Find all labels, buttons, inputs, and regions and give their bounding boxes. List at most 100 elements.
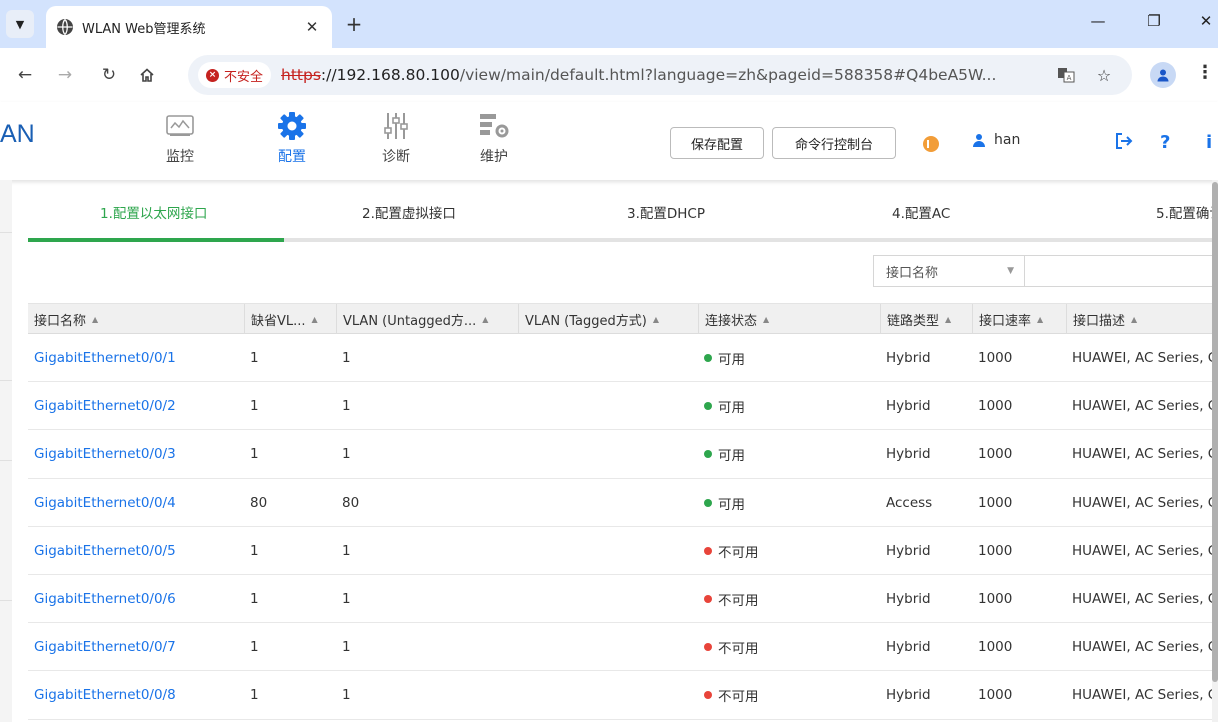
filter-input[interactable] <box>1025 256 1217 286</box>
help-icon[interactable]: ? <box>1160 132 1170 153</box>
col-vlan-tagged[interactable]: VLAN (Tagged方式) ▲ <box>518 304 698 334</box>
cell-default-vlan-text: 80 <box>250 494 268 511</box>
col-description[interactable]: 接口描述 ▲ <box>1066 304 1212 334</box>
cell-description: HUAWEI, AC Series, G <box>1066 623 1212 671</box>
cell-interface-name[interactable]: GigabitEthernet0/0/3 <box>28 430 242 478</box>
cell-interface-name[interactable]: GigabitEthernet0/0/2 <box>28 382 242 430</box>
cli-console-button[interactable]: 命令行控制台 <box>772 127 896 159</box>
restore-icon[interactable]: ❐ <box>1142 12 1166 30</box>
cell-interface-name-text: GigabitEthernet0/0/5 <box>34 542 176 559</box>
cell-link-type: Hybrid <box>880 623 972 671</box>
bookmark-star-icon[interactable]: ☆ <box>1092 63 1116 87</box>
home-icon[interactable] <box>134 62 160 88</box>
col-interface-name[interactable]: 接口名称 ▲ <box>28 304 242 334</box>
user-name: han <box>994 132 1021 148</box>
tab-search-button[interactable]: ▼ <box>6 10 34 38</box>
cell-interface-name[interactable]: GigabitEthernet0/0/8 <box>28 671 242 719</box>
user-menu[interactable]: han <box>972 132 1020 148</box>
step-virtual-interface[interactable]: 2.配置虚拟接口 <box>362 202 456 222</box>
nav-config[interactable]: 配置 <box>262 110 322 166</box>
nav-monitor[interactable]: 监控 <box>150 110 210 166</box>
cell-link-status: 不可用 <box>698 671 880 719</box>
info-icon[interactable]: i <box>1206 132 1212 153</box>
cell-link-type-text: Hybrid <box>886 350 931 366</box>
cell-interface-name-text: GigabitEthernet0/0/6 <box>34 590 176 607</box>
cell-vlan-tagged <box>518 382 698 430</box>
table-row[interactable]: GigabitEthernet0/0/2 1 1 可用 Hybrid 1000 HUAWEI… <box>28 382 1218 431</box>
col-vlan-untagged[interactable]: VLAN (Untagged方... ▲ <box>336 304 518 334</box>
cell-default-vlan: 1 <box>244 382 336 430</box>
col-default-vlan[interactable]: 缺省VL... ▲ <box>244 304 336 334</box>
cell-link-type-text: Hybrid <box>886 687 931 704</box>
cell-vlan-tagged <box>518 575 698 623</box>
col-link-type[interactable]: 链路类型 ▲ <box>880 304 972 334</box>
close-window-icon[interactable]: ✕ <box>1194 12 1218 30</box>
cell-default-vlan-text: 1 <box>250 687 259 704</box>
menu-kebab-icon[interactable]: ⋮ <box>1196 62 1214 83</box>
status-down-icon <box>704 546 712 555</box>
profile-avatar-icon[interactable] <box>1150 62 1176 88</box>
cell-vlan-untagged: 80 <box>336 479 518 527</box>
step-confirm[interactable]: 5.配置确认 <box>1156 202 1218 222</box>
cell-vlan-untagged: 1 <box>336 527 518 575</box>
cell-interface-name[interactable]: GigabitEthernet0/0/5 <box>28 527 242 575</box>
url-host: ://192.168.80.100 <box>320 66 460 84</box>
nav-maintain[interactable]: 维护 <box>464 110 524 166</box>
status-down-icon <box>704 643 712 652</box>
logout-icon[interactable] <box>1115 132 1133 155</box>
status-down-icon <box>704 594 712 603</box>
cell-description-text: HUAWEI, AC Series, G <box>1072 494 1212 511</box>
forward-arrow-icon[interactable]: → <box>52 62 78 88</box>
reload-icon[interactable]: ↻ <box>96 62 122 88</box>
cell-default-vlan-text: 1 <box>250 350 259 366</box>
cell-vlan-tagged <box>518 479 698 527</box>
col-label: VLAN (Untagged方... <box>343 313 477 329</box>
nav-diagnose[interactable]: 诊断 <box>366 110 426 166</box>
cell-link-status-text: 可用 <box>718 496 745 513</box>
browser-tab[interactable]: WLAN Web管理系统 ✕ <box>46 6 332 48</box>
table-row[interactable]: GigabitEthernet0/0/8 1 1 不可用 Hybrid 1000 HUAWE… <box>28 671 1218 720</box>
cell-vlan-untagged-text: 1 <box>342 639 351 656</box>
new-tab-button[interactable]: + <box>340 10 368 38</box>
step-ac[interactable]: 4.配置AC <box>892 202 950 222</box>
table-row[interactable]: GigabitEthernet0/0/7 1 1 不可用 Hybrid 1000 HUAWE… <box>28 623 1218 672</box>
cell-interface-name[interactable]: GigabitEthernet0/0/4 <box>28 479 242 527</box>
col-speed[interactable]: 接口速率 ▲ <box>972 304 1066 334</box>
cell-description-text: HUAWEI, AC Series, G <box>1072 687 1212 704</box>
col-label: 接口描述 <box>1073 313 1126 329</box>
page-scrollbar[interactable] <box>1212 180 1218 722</box>
table-row[interactable]: GigabitEthernet0/0/6 1 1 不可用 Hybrid 1000 HUAWE… <box>28 575 1218 624</box>
notification-icon[interactable] <box>923 136 939 152</box>
step-ethernet[interactable]: 1.配置以太网接口 <box>100 202 207 222</box>
sort-icon: ▲ <box>1131 314 1138 324</box>
cell-interface-name[interactable]: GigabitEthernet0/0/1 <box>28 334 242 382</box>
save-config-button[interactable]: 保存配置 <box>670 127 764 159</box>
cell-default-vlan-text: 1 <box>250 398 259 415</box>
col-link-status[interactable]: 连接状态 ▲ <box>698 304 880 334</box>
status-down-icon <box>704 691 712 700</box>
table-row[interactable]: GigabitEthernet0/0/1 1 1 可用 Hybrid 1000 HUAWEI… <box>28 334 1218 383</box>
tab-close-icon[interactable]: ✕ <box>302 18 322 36</box>
table-row[interactable]: GigabitEthernet0/0/5 1 1 不可用 Hybrid 1000 HUAWE… <box>28 527 1218 575</box>
minimize-icon[interactable]: — <box>1086 12 1110 30</box>
cell-speed: 1000 <box>972 575 1066 623</box>
table-row[interactable]: GigabitEthernet0/0/4 80 80 可用 Access 1000 HUAW… <box>28 479 1218 527</box>
cell-vlan-tagged <box>518 334 698 382</box>
scrollbar-thumb[interactable] <box>1212 182 1218 682</box>
cell-speed: 1000 <box>972 479 1066 527</box>
monitor-icon <box>150 110 210 142</box>
translate-icon[interactable]: A <box>1054 63 1078 87</box>
security-indicator[interactable]: × 不安全 <box>198 62 272 88</box>
url-text[interactable]: https://192.168.80.100/view/main/default… <box>281 66 996 84</box>
cell-interface-name[interactable]: GigabitEthernet0/0/6 <box>28 575 242 623</box>
back-arrow-icon[interactable]: ← <box>12 62 38 88</box>
cell-description: HUAWEI, AC Series, G <box>1066 479 1212 527</box>
col-label: 接口名称 <box>34 313 87 329</box>
table-row[interactable]: GigabitEthernet0/0/3 1 1 可用 Hybrid 1000 HUAWEI… <box>28 430 1218 479</box>
cell-interface-name[interactable]: GigabitEthernet0/0/7 <box>28 623 242 671</box>
filter-field-select[interactable]: 接口名称 ▼ <box>874 256 1025 286</box>
step-dhcp[interactable]: 3.配置DHCP <box>627 202 705 222</box>
sort-icon: ▲ <box>1037 314 1044 324</box>
address-bar[interactable]: × 不安全 https://192.168.80.100/view/main/d… <box>188 55 1132 95</box>
sort-icon: ▲ <box>945 314 952 324</box>
